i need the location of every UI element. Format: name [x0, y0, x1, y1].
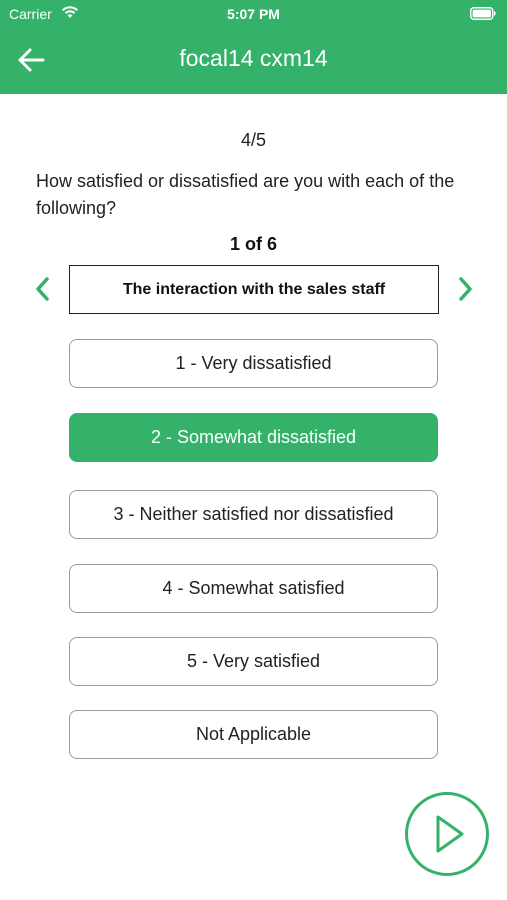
option-label: Not Applicable — [195, 724, 312, 744]
item-counter: 1 of 6 — [229, 234, 277, 254]
page-title: focal14 cxm14 — [179, 45, 328, 71]
option-label: 4 - Somewhat satisfied — [162, 578, 345, 598]
next-item-button[interactable] — [452, 274, 478, 304]
option-label: 5 - Very satisfied — [186, 651, 321, 671]
option-somewhat-dissatisfied[interactable]: 2 - Somewhat dissatisfied — [69, 413, 438, 462]
option-neither[interactable]: 3 - Neither satisfied nor dissatisfied — [69, 490, 438, 539]
previous-item-button[interactable] — [30, 274, 56, 304]
play-icon — [436, 815, 464, 853]
survey-progress: 4/5 — [240, 130, 267, 150]
chevron-right-icon — [459, 277, 472, 301]
option-somewhat-satisfied[interactable]: 4 - Somewhat satisfied — [69, 564, 438, 613]
clock: 5:07 PM — [227, 6, 280, 22]
option-very-satisfied[interactable]: 5 - Very satisfied — [69, 637, 438, 686]
question-text: How satisfied or dissatisfied are you wi… — [36, 171, 455, 218]
chevron-left-icon — [36, 277, 49, 301]
status-bar: Carrier 5:07 PM — [0, 0, 507, 28]
option-label: 3 - Neither satisfied nor dissatisfied — [113, 504, 394, 524]
current-item-label: The interaction with the sales staff — [69, 265, 439, 314]
option-label: 2 - Somewhat dissatisfied — [150, 427, 357, 447]
option-not-applicable[interactable]: Not Applicable — [69, 710, 438, 759]
option-label: 1 - Very dissatisfied — [175, 353, 332, 373]
battery-icon — [470, 7, 496, 20]
next-question-button[interactable] — [405, 792, 489, 876]
option-very-dissatisfied[interactable]: 1 - Very dissatisfied — [69, 339, 438, 388]
app-header: Carrier 5:07 PM focal14 cxm14 — [0, 0, 507, 94]
